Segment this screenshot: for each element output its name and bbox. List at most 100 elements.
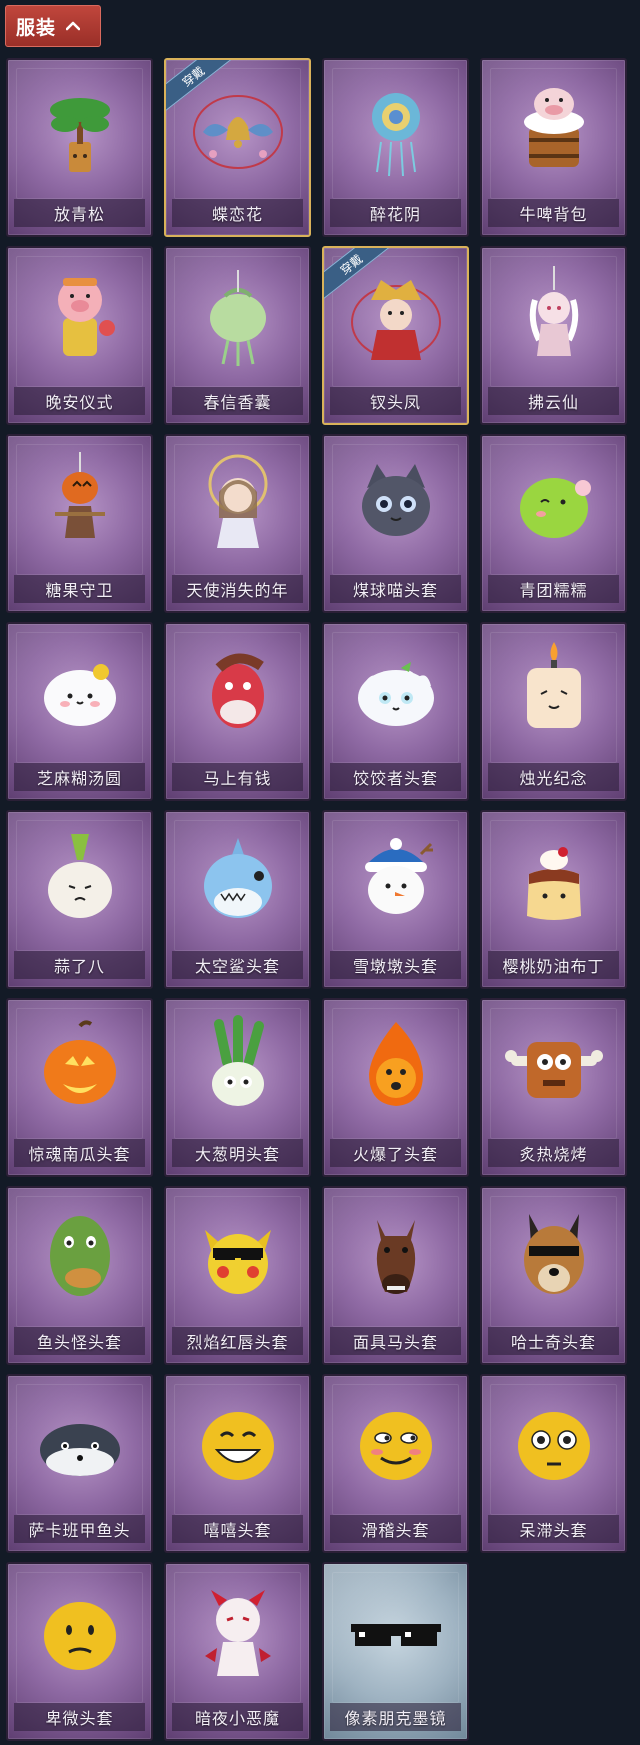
costume-card[interactable]: 像素朋克墨镜 xyxy=(322,1562,469,1741)
costume-name: 雪墩墩头套 xyxy=(352,957,438,976)
costume-card[interactable]: 烛光纪念 xyxy=(480,622,627,801)
costume-name-bar: 面具马头套 xyxy=(330,1327,461,1355)
costume-name-bar: 煤球喵头套 xyxy=(330,575,461,603)
costume-card[interactable]: 哈士奇头套 xyxy=(480,1186,627,1365)
costume-card[interactable]: 面具马头套 xyxy=(322,1186,469,1365)
green-rice-ball-icon xyxy=(519,478,591,538)
costume-name: 牛啤背包 xyxy=(519,205,588,224)
costume-card[interactable]: 樱桃奶油布丁 xyxy=(480,810,627,989)
pudding-head-icon xyxy=(526,847,581,920)
red-horse-head-icon xyxy=(211,653,264,728)
costume-name: 醉花阴 xyxy=(369,205,421,224)
costume-name: 蒜了八 xyxy=(53,957,105,976)
costume-name: 滑稽头套 xyxy=(361,1521,430,1540)
costume-name: 钗头凤 xyxy=(369,393,421,412)
costume-name-bar: 像素朋克墨镜 xyxy=(330,1703,461,1731)
costume-name-bar: 钗头凤 xyxy=(330,387,461,415)
costume-name-bar: 火爆了头套 xyxy=(330,1139,461,1167)
costume-name: 拂云仙 xyxy=(527,393,579,412)
costume-name: 樱桃奶油布丁 xyxy=(502,957,605,976)
costume-card[interactable]: 鱼头怪头套 xyxy=(6,1186,153,1365)
costume-card[interactable]: 太空鲨头套 xyxy=(164,810,311,989)
costume-name-bar: 炙热烧烤 xyxy=(488,1139,619,1167)
costume-card[interactable]: 煤球喵头套 xyxy=(322,434,469,613)
costume-card[interactable]: 穿戴 钗头凤 xyxy=(322,246,469,425)
costume-name-bar: 滑稽头套 xyxy=(330,1515,461,1543)
costume-name-bar: 天使消失的年 xyxy=(172,575,303,603)
costume-name: 马上有钱 xyxy=(203,769,272,788)
costume-card[interactable]: 牛啤背包 xyxy=(480,58,627,237)
pig-doll-icon xyxy=(57,278,115,356)
costume-name: 煤球喵头套 xyxy=(352,581,438,600)
candle-head-icon xyxy=(526,642,581,728)
black-cat-head-icon xyxy=(361,464,430,536)
fire-head-icon xyxy=(368,1022,423,1106)
costume-card[interactable]: 惊魂南瓜头套 xyxy=(6,998,153,1177)
costume-name-bar: 牛啤背包 xyxy=(488,199,619,227)
costume-name-bar: 大葱明头套 xyxy=(172,1139,303,1167)
costume-name: 放青松 xyxy=(53,205,105,224)
bbq-meat-head-icon xyxy=(504,1042,603,1098)
pine-bonsai-icon xyxy=(49,98,110,172)
butterfly-bell-icon xyxy=(192,95,283,169)
costume-card[interactable]: 嘻嘻头套 xyxy=(164,1374,311,1553)
flower-ornament-icon xyxy=(371,93,420,177)
costume-card[interactable]: 雪墩墩头套 xyxy=(322,810,469,989)
costume-card[interactable]: 穿戴 蝶恋花 xyxy=(164,58,311,237)
costume-card[interactable]: 天使消失的年 xyxy=(164,434,311,613)
costume-card[interactable]: 晚安仪式 xyxy=(6,246,153,425)
costume-name-bar: 惊魂南瓜头套 xyxy=(14,1139,145,1167)
costume-name-bar: 烈焰红唇头套 xyxy=(172,1327,303,1355)
costume-name: 晚安仪式 xyxy=(45,393,114,412)
costume-name: 像素朋克墨镜 xyxy=(344,1709,447,1728)
costume-name-bar: 哈士奇头套 xyxy=(488,1327,619,1355)
costume-section-toggle[interactable]: 服装 xyxy=(5,5,101,47)
costume-card[interactable]: 滑稽头套 xyxy=(322,1374,469,1553)
costume-card[interactable]: 大葱明头套 xyxy=(164,998,311,1177)
costume-name-bar: 呆滞头套 xyxy=(488,1515,619,1543)
costume-card[interactable]: 芝麻糊汤圆 xyxy=(6,622,153,801)
horse-mask-icon xyxy=(376,1220,415,1294)
costume-card[interactable]: 糖果守卫 xyxy=(6,434,153,613)
tangyuan-icon xyxy=(43,664,116,726)
costume-card[interactable]: 饺饺者头套 xyxy=(322,622,469,801)
fish-mask-icon xyxy=(49,1216,110,1296)
costume-name: 卑微头套 xyxy=(45,1709,114,1728)
costume-name: 火爆了头套 xyxy=(352,1145,438,1164)
costume-name-bar: 春信香囊 xyxy=(172,387,303,415)
costume-name: 呆滞头套 xyxy=(519,1521,588,1540)
costume-name-bar: 青团糯糯 xyxy=(488,575,619,603)
costume-card[interactable]: 烈焰红唇头套 xyxy=(164,1186,311,1365)
costume-name: 暗夜小恶魔 xyxy=(194,1709,280,1728)
costume-card[interactable]: 马上有钱 xyxy=(164,622,311,801)
costume-card[interactable]: 呆滞头套 xyxy=(480,1374,627,1553)
costume-name: 春信香囊 xyxy=(203,393,272,412)
costume-name: 惊魂南瓜头套 xyxy=(28,1145,131,1164)
costume-name-bar: 太空鲨头套 xyxy=(172,951,303,979)
costume-card[interactable]: 蒜了八 xyxy=(6,810,153,989)
cow-beer-backpack-icon xyxy=(523,88,584,167)
costume-card[interactable]: 卑微头套 xyxy=(6,1562,153,1741)
jack-o-lantern-icon xyxy=(43,1020,116,1104)
costume-card[interactable]: 醉花阴 xyxy=(322,58,469,237)
costume-card[interactable]: 放青松 xyxy=(6,58,153,237)
costume-card[interactable]: 炙热烧烤 xyxy=(480,998,627,1177)
scallion-head-icon xyxy=(211,1015,264,1106)
grin-emoji-head-icon xyxy=(201,1412,274,1480)
costume-card[interactable]: 暗夜小恶魔 xyxy=(164,1562,311,1741)
costume-card[interactable]: 火爆了头套 xyxy=(322,998,469,1177)
costume-grid: 放青松 穿戴 蝶恋花醉花阴 牛啤背包晚安仪式 春信香囊 穿戴 钗头凤拂云仙糖果守卫 天使消失的… xyxy=(6,58,627,1741)
costume-name: 糖果守卫 xyxy=(45,581,114,600)
costume-card[interactable]: 萨卡班甲鱼头 xyxy=(6,1374,153,1553)
costume-name: 太空鲨头套 xyxy=(194,957,280,976)
costume-name-bar: 烛光纪念 xyxy=(488,763,619,791)
costume-name-bar: 萨卡班甲鱼头 xyxy=(14,1515,145,1543)
angel-girl-icon xyxy=(208,454,267,548)
costume-card[interactable]: 拂云仙 xyxy=(480,246,627,425)
costume-card[interactable]: 春信香囊 xyxy=(164,246,311,425)
costume-name-bar: 芝麻糊汤圆 xyxy=(14,763,145,791)
costume-name-bar: 醉花阴 xyxy=(330,199,461,227)
humble-emoji-head-icon xyxy=(43,1602,116,1670)
costume-name: 嘻嘻头套 xyxy=(203,1521,272,1540)
costume-card[interactable]: 青团糯糯 xyxy=(480,434,627,613)
